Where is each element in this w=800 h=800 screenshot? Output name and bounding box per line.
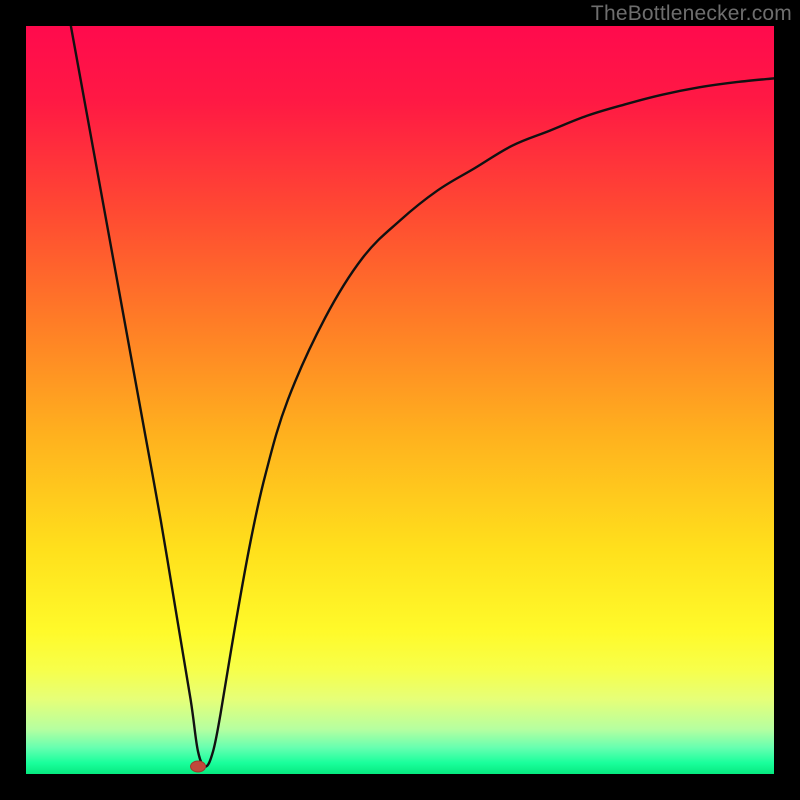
chart-frame bbox=[26, 26, 774, 774]
bottleneck-chart bbox=[26, 26, 774, 774]
optimal-point-marker bbox=[191, 761, 206, 772]
attribution-text: TheBottlenecker.com bbox=[591, 2, 792, 26]
